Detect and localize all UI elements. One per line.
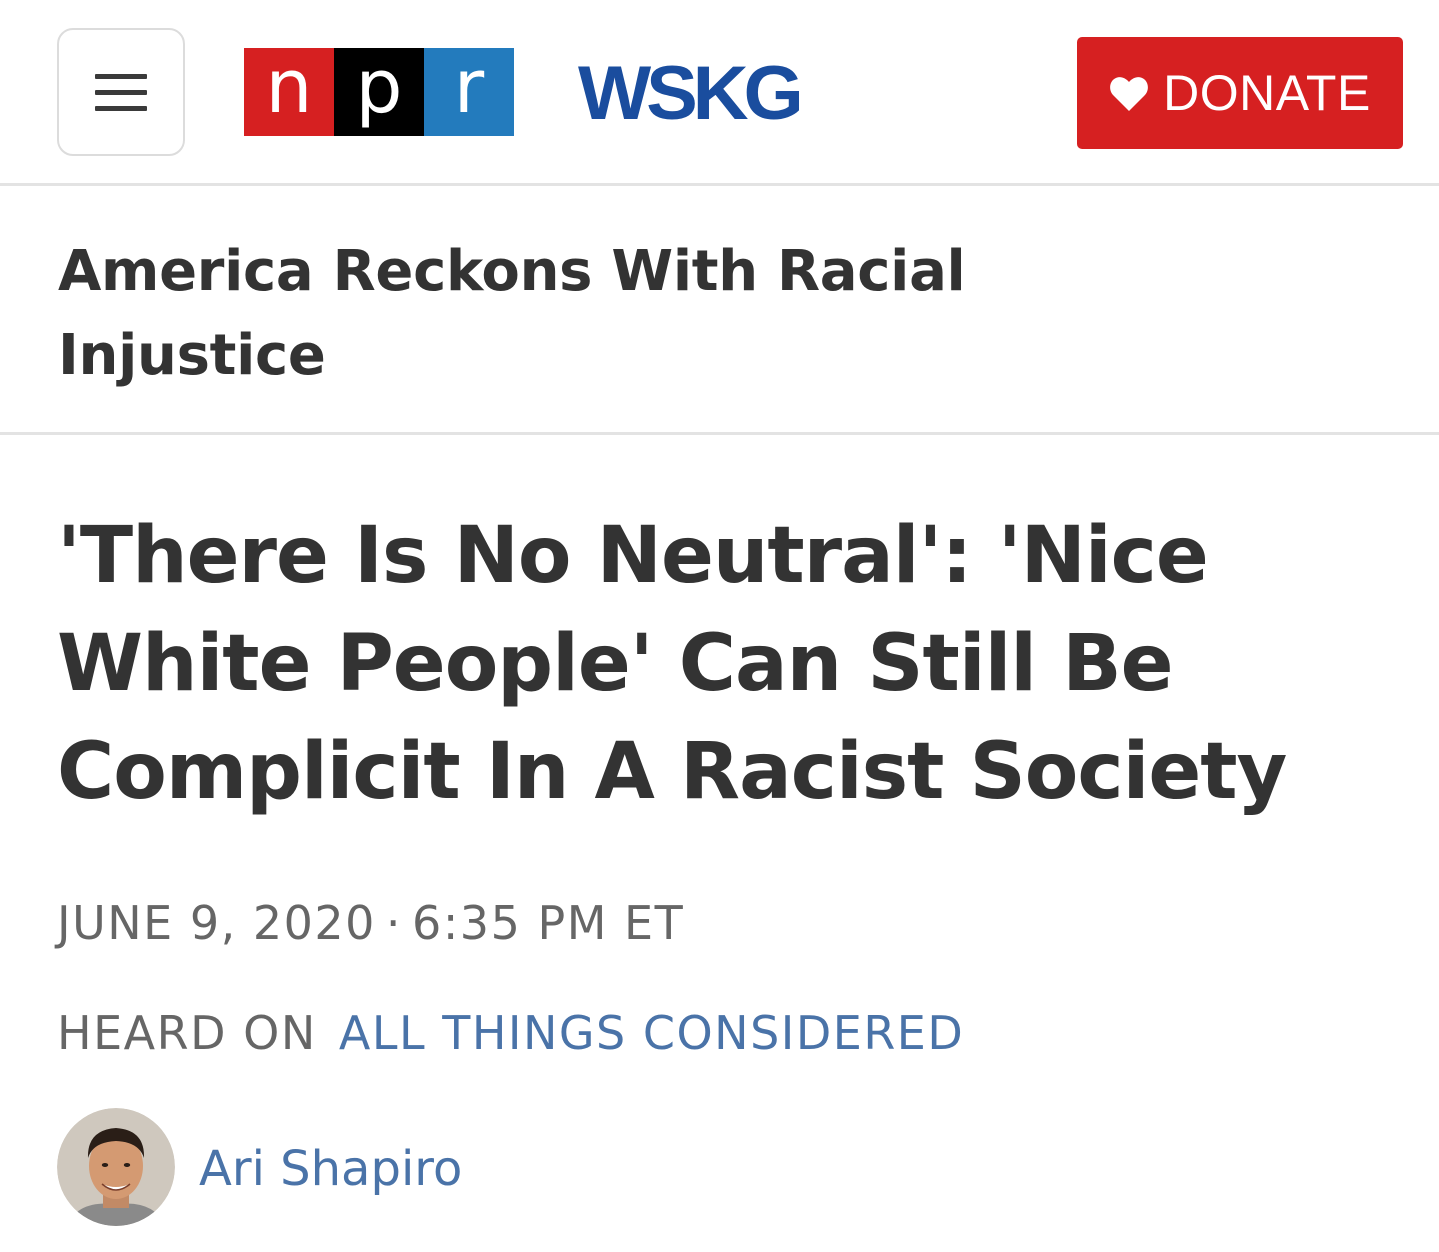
author-avatar[interactable] — [57, 1108, 175, 1226]
hamburger-menu-icon — [95, 73, 147, 79]
npr-logo-letter-r: r — [424, 48, 514, 136]
menu-button[interactable] — [57, 28, 185, 156]
npr-logo[interactable]: n p r — [244, 48, 514, 136]
hamburger-menu-icon — [95, 105, 147, 111]
heard-on-line: HEARD ON ALL THINGS CONSIDERED — [57, 1003, 964, 1063]
station-logo[interactable]: WSKG — [578, 56, 804, 132]
article-headline: 'There Is No Neutral': 'Nice White Peopl… — [57, 511, 1287, 817]
author-name-link[interactable]: Ari Shapiro — [199, 1141, 462, 1197]
site-header: n p r WSKG DONATE — [0, 0, 1439, 186]
byline: Ari Shapiro — [57, 1108, 462, 1226]
section-bar: America Reckons With Racial Injustice — [0, 186, 1439, 435]
npr-logo-letter-n: n — [244, 48, 334, 136]
donate-label: DONATE — [1163, 65, 1371, 121]
heart-icon — [1110, 77, 1149, 111]
article-dateline: JUNE 9, 2020 · 6:35 PM ET — [57, 893, 684, 953]
hamburger-menu-icon — [95, 89, 147, 95]
article-date: JUNE 9, 2020 — [57, 896, 376, 950]
dateline-separator: · — [385, 896, 403, 950]
donate-button[interactable]: DONATE — [1077, 37, 1403, 149]
heard-on-prefix: HEARD ON — [57, 1006, 317, 1060]
npr-logo-letter-p: p — [334, 48, 424, 136]
section-title-link[interactable]: America Reckons With Racial Injustice — [58, 230, 1058, 398]
program-link[interactable]: ALL THINGS CONSIDERED — [339, 1006, 964, 1060]
article-time: 6:35 PM ET — [412, 896, 685, 950]
